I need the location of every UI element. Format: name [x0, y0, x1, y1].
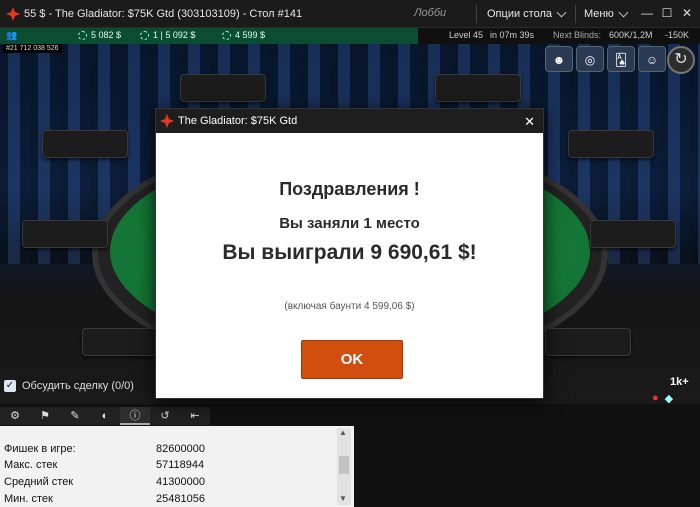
- stat-row: Фишек в игре: 82600000: [4, 443, 205, 455]
- stat-row: Макс. стек 57118944: [4, 459, 204, 471]
- stack-item: 1 | 5 092 $: [140, 30, 195, 40]
- level-label: Level 45: [449, 30, 484, 40]
- undo-icon[interactable]: ↻: [667, 46, 695, 74]
- main-menu-label: Меню: [584, 8, 614, 20]
- scroll-up-icon[interactable]: ▲: [339, 428, 347, 437]
- ante-value: -150K: [665, 30, 690, 40]
- next-level-time: in 07m 39s: [490, 30, 535, 40]
- theme-icon[interactable]: ☻: [545, 46, 573, 72]
- stack-value: 5 082 $: [91, 30, 122, 40]
- dialog-body: Поздравления ! Вы заняли 1 место Вы выиг…: [156, 133, 543, 398]
- seat-5[interactable]: [22, 220, 108, 248]
- mask-icon[interactable]: ●: [652, 392, 659, 405]
- chevron-down-icon: [556, 7, 567, 18]
- checkbox[interactable]: ✓: [4, 380, 16, 392]
- dialog-header: The Gladiator: $75K Gtd: [156, 109, 543, 133]
- main-menu[interactable]: Меню: [584, 7, 629, 20]
- window-title: 55 $ - The Gladiator: $75K Gtd (30310310…: [24, 7, 303, 20]
- roulette-icon[interactable]: ◎: [576, 46, 604, 72]
- scroll-down-icon[interactable]: ▼: [339, 494, 347, 503]
- notes-icon[interactable]: ✎: [60, 407, 90, 425]
- seat-3[interactable]: [42, 130, 128, 158]
- stat-label: Средний стек: [4, 476, 74, 488]
- stat-value: 57118944: [156, 459, 205, 471]
- pokerstars-logo-icon: [160, 114, 174, 128]
- seat-4[interactable]: [568, 130, 654, 158]
- seat-8[interactable]: [545, 328, 631, 356]
- count-badge: 1k+: [670, 376, 689, 388]
- congrats-heading: Поздравления !: [279, 179, 420, 199]
- pokerstars-logo-icon: [6, 6, 20, 21]
- close-icon[interactable]: ✕: [680, 6, 694, 20]
- dialog-title: The Gladiator: $75K Gtd: [178, 115, 298, 127]
- next-blinds-value: 600K/1,2M: [609, 30, 653, 40]
- table-options-label: Опции стола: [487, 8, 552, 20]
- discuss-deal[interactable]: ✓ Обсудить сделку (0/0): [4, 380, 134, 392]
- stack-value: 4 599 $: [235, 30, 266, 40]
- seat-1[interactable]: [180, 74, 266, 102]
- divider: [476, 5, 477, 23]
- info-toolbar: ⚙ ⚑ ✎ ◐ ⓘ ↺ ⇤: [0, 407, 210, 425]
- winnings-text: Вы выиграли 9 690,61 $!: [222, 241, 477, 264]
- chat-icon[interactable]: ⚑: [30, 407, 60, 425]
- stat-value: 82600000: [156, 443, 205, 455]
- chips-icon: [78, 30, 87, 40]
- scroll-thumb[interactable]: [339, 456, 349, 474]
- next-blinds-label: Next Blinds:: [553, 30, 602, 40]
- close-icon[interactable]: ✕: [524, 114, 535, 130]
- stat-label: Мин. стек: [4, 493, 53, 505]
- discuss-deal-label: Обсудить сделку (0/0): [22, 380, 134, 392]
- settings-icon[interactable]: ⚙: [0, 407, 30, 425]
- bottom-right-icons: ● ◆: [652, 392, 673, 405]
- scrollbar[interactable]: ▲ ▼: [337, 428, 351, 505]
- stat-label: Макс. стек: [4, 459, 58, 471]
- replay-icon[interactable]: ↺: [150, 407, 180, 425]
- place-text: Вы заняли 1 место: [279, 215, 420, 232]
- collapse-icon[interactable]: ⇤: [180, 407, 210, 425]
- stack-summary: 👥 5 082 $ 1 | 5 092 $ 4 599 $: [0, 28, 418, 44]
- tournament-id: #21 712 038 526: [3, 44, 62, 53]
- maximize-icon[interactable]: ☐: [660, 6, 674, 20]
- stat-row: Мин. стек 25481056: [4, 493, 205, 505]
- players-icon: 👥: [6, 30, 18, 40]
- table-options-menu[interactable]: Опции стола: [487, 7, 567, 20]
- ok-button[interactable]: OK: [301, 340, 403, 379]
- minimize-icon[interactable]: —: [640, 6, 654, 20]
- emoji-icon[interactable]: ☺: [638, 46, 666, 72]
- stack-item: 5 082 $: [78, 30, 121, 40]
- stats-icon[interactable]: ◐: [90, 407, 120, 425]
- result-dialog: The Gladiator: $75K Gtd ✕ Поздравления !…: [155, 108, 544, 399]
- seat-6[interactable]: [590, 220, 676, 248]
- bounty-text: (включая баунти 4 599,06 $): [284, 301, 415, 312]
- stat-value: 41300000: [156, 476, 205, 488]
- stat-value: 25481056: [156, 493, 205, 505]
- info-icon[interactable]: ⓘ: [120, 407, 150, 425]
- cards-icon[interactable]: 🂡: [607, 46, 635, 72]
- divider: [575, 5, 576, 23]
- tournament-stats-panel: Фишек в игре: 82600000 Макс. стек 571189…: [0, 426, 354, 507]
- seat-2[interactable]: [435, 74, 521, 102]
- stack-value: 1 | 5 092 $: [153, 30, 196, 40]
- chips-icon: [222, 30, 231, 40]
- chevron-down-icon: [618, 7, 629, 18]
- diamond-icon[interactable]: ◆: [665, 392, 673, 405]
- game-shortcuts: ☻ ◎ 🂡 ☺: [545, 46, 666, 72]
- stack-item: 4 599 $: [222, 30, 265, 40]
- stat-label: Фишек в игре:: [4, 443, 76, 455]
- chips-icon: [140, 30, 149, 40]
- lobby-button[interactable]: Лобби: [414, 7, 446, 19]
- stat-row: Средний стек 41300000: [4, 476, 205, 488]
